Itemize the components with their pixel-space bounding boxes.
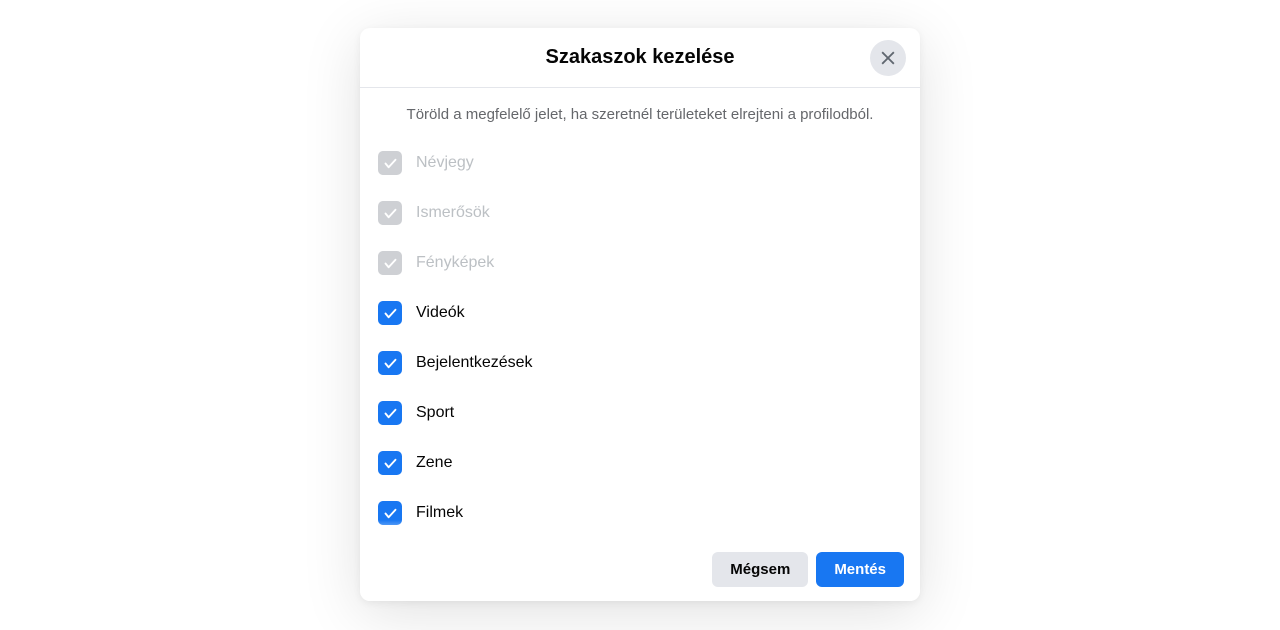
- dialog-header: Szakaszok kezelése: [360, 28, 920, 88]
- check-icon: [383, 456, 398, 471]
- check-icon: [383, 156, 398, 171]
- check-icon: [383, 406, 398, 421]
- section-label: Ismerősök: [416, 204, 490, 222]
- section-row: Ismerősök: [378, 201, 902, 225]
- section-row[interactable]: Filmek: [378, 501, 902, 525]
- section-label: Zene: [416, 454, 452, 472]
- dialog-body: Töröld a megfelelő jelet, ha szeretnél t…: [360, 88, 920, 540]
- close-button[interactable]: [870, 40, 906, 76]
- save-button[interactable]: Mentés: [816, 552, 904, 587]
- section-row[interactable]: Sport: [378, 401, 902, 425]
- close-icon: [878, 48, 898, 68]
- section-label: Bejelentkezések: [416, 354, 533, 372]
- check-icon: [383, 506, 398, 521]
- section-checkbox[interactable]: [378, 351, 402, 375]
- dialog-description: Töröld a megfelelő jelet, ha szeretnél t…: [360, 88, 920, 151]
- section-checkbox[interactable]: [378, 401, 402, 425]
- dialog-title: Szakaszok kezelése: [545, 46, 734, 69]
- check-icon: [383, 206, 398, 221]
- check-icon: [383, 306, 398, 321]
- section-row: Fényképek: [378, 251, 902, 275]
- section-label: Filmek: [416, 504, 463, 522]
- section-row[interactable]: Bejelentkezések: [378, 351, 902, 375]
- sections-list: Névjegy Ismerősök Fényképek Videók Bejelentk…: [360, 151, 920, 540]
- section-label: Sport: [416, 404, 454, 422]
- section-checkbox[interactable]: [378, 501, 402, 525]
- section-row: Névjegy: [378, 151, 902, 175]
- check-icon: [383, 256, 398, 271]
- section-checkbox: [378, 151, 402, 175]
- section-checkbox[interactable]: [378, 451, 402, 475]
- manage-sections-dialog: Szakaszok kezelése Töröld a megfelelő je…: [360, 28, 920, 601]
- check-icon: [383, 356, 398, 371]
- section-label: Fényképek: [416, 254, 494, 272]
- section-checkbox: [378, 251, 402, 275]
- section-label: Videók: [416, 304, 465, 322]
- section-label: Névjegy: [416, 154, 474, 172]
- section-row[interactable]: Videók: [378, 301, 902, 325]
- section-row[interactable]: Zene: [378, 451, 902, 475]
- dialog-footer: Mégsem Mentés: [360, 540, 920, 601]
- section-checkbox: [378, 201, 402, 225]
- cancel-button[interactable]: Mégsem: [712, 552, 808, 587]
- section-checkbox[interactable]: [378, 301, 402, 325]
